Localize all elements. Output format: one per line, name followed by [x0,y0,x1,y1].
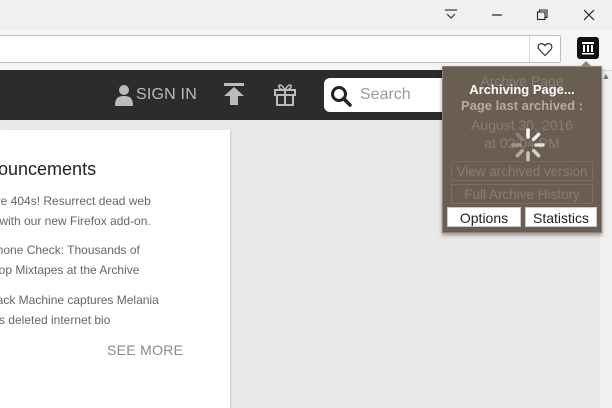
news-item-1[interactable]: ore 404s! Resurrect dead web s with our … [0,191,180,231]
minimize-icon[interactable] [474,0,520,30]
news-item-1-line2: s with our new Firefox add-on. [0,214,151,228]
gift-icon[interactable] [272,81,298,112]
news-item-2-line2: Hop Mixtapes at the Archive [0,263,140,277]
browser-toolbar [0,30,612,71]
close-icon[interactable] [566,0,612,30]
upload-icon[interactable] [222,82,246,111]
popup-arrow [580,61,592,67]
news-item-1-line1: ore 404s! Resurrect dead web [0,194,151,208]
url-bar[interactable] [0,35,561,63]
view-archived-version-button[interactable]: View archived version [451,161,593,181]
heart-icon [537,42,553,56]
full-archive-history-button[interactable]: Full Archive History [451,184,593,204]
last-archived-label: Page last archived : [460,98,584,113]
tabs-list-icon[interactable] [428,0,474,30]
see-more-link[interactable]: SEE MORE [107,342,183,358]
window-titlebar [0,0,612,30]
announcements-card: nouncements ore 404s! Resurrect dead web… [0,130,230,408]
bookmark-button[interactable] [529,36,560,62]
sign-in-label: SIGN IN [136,86,197,103]
options-button[interactable]: Options [447,207,521,227]
news-item-3[interactable]: back Machine captures Melania p's delete… [0,290,180,330]
sign-in-link[interactable]: SIGN IN [114,82,197,108]
news-item-2[interactable]: phone Check: Thousands of Hop Mixtapes a… [0,240,180,280]
wayback-extension-button[interactable] [575,35,601,61]
user-icon [115,85,133,106]
announcements-title: nouncements [0,159,97,179]
search-icon [331,86,352,107]
archive-building-icon [582,42,594,55]
news-item-3-line2: p's deleted internet bio [0,313,111,327]
search-input[interactable] [358,85,452,105]
news-item-2-line1: phone Check: Thousands of [0,243,140,257]
news-item-3-line1: back Machine captures Melania [0,293,159,307]
loading-spinner-icon [511,128,545,162]
restore-icon[interactable] [519,0,565,30]
statistics-button[interactable]: Statistics [525,207,597,227]
url-input[interactable] [5,36,529,62]
archiving-status: Archiving Page... [469,82,575,97]
wayback-popup: Archive Page Archiving Page... Page last… [442,61,602,233]
